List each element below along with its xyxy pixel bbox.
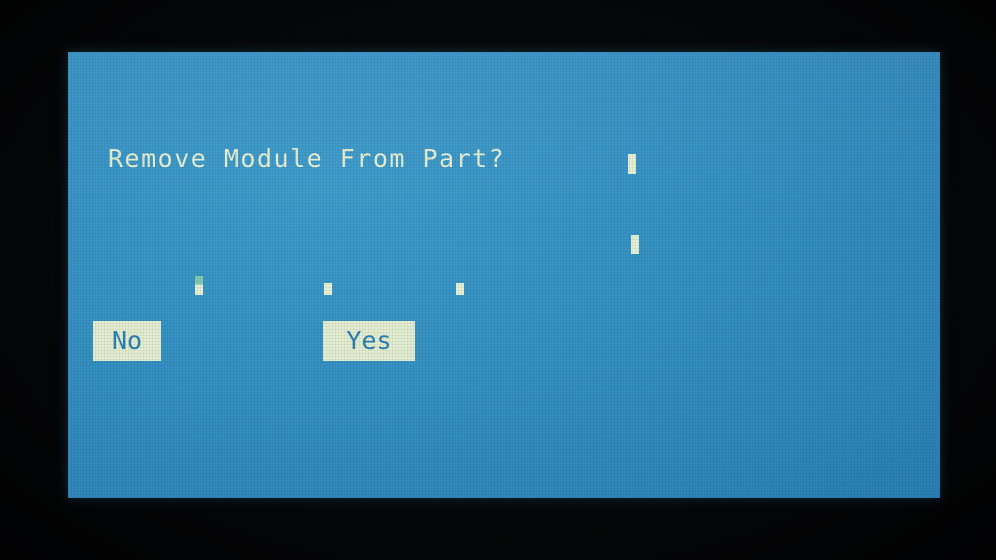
encoder-indicator-1 [195, 276, 203, 295]
lcd-screen: Remove Module From Part? No Yes [68, 52, 940, 498]
text-cursor-mark [628, 154, 636, 174]
device-bezel: Remove Module From Part? No Yes [0, 0, 996, 560]
encoder-indicator-3 [456, 283, 464, 295]
encoder-indicator-2 [324, 283, 332, 295]
dialog-prompt: Remove Module From Part? [108, 144, 506, 173]
yes-button[interactable]: Yes [323, 321, 415, 361]
encoder-indicator-right [631, 235, 639, 254]
no-button[interactable]: No [93, 321, 161, 361]
